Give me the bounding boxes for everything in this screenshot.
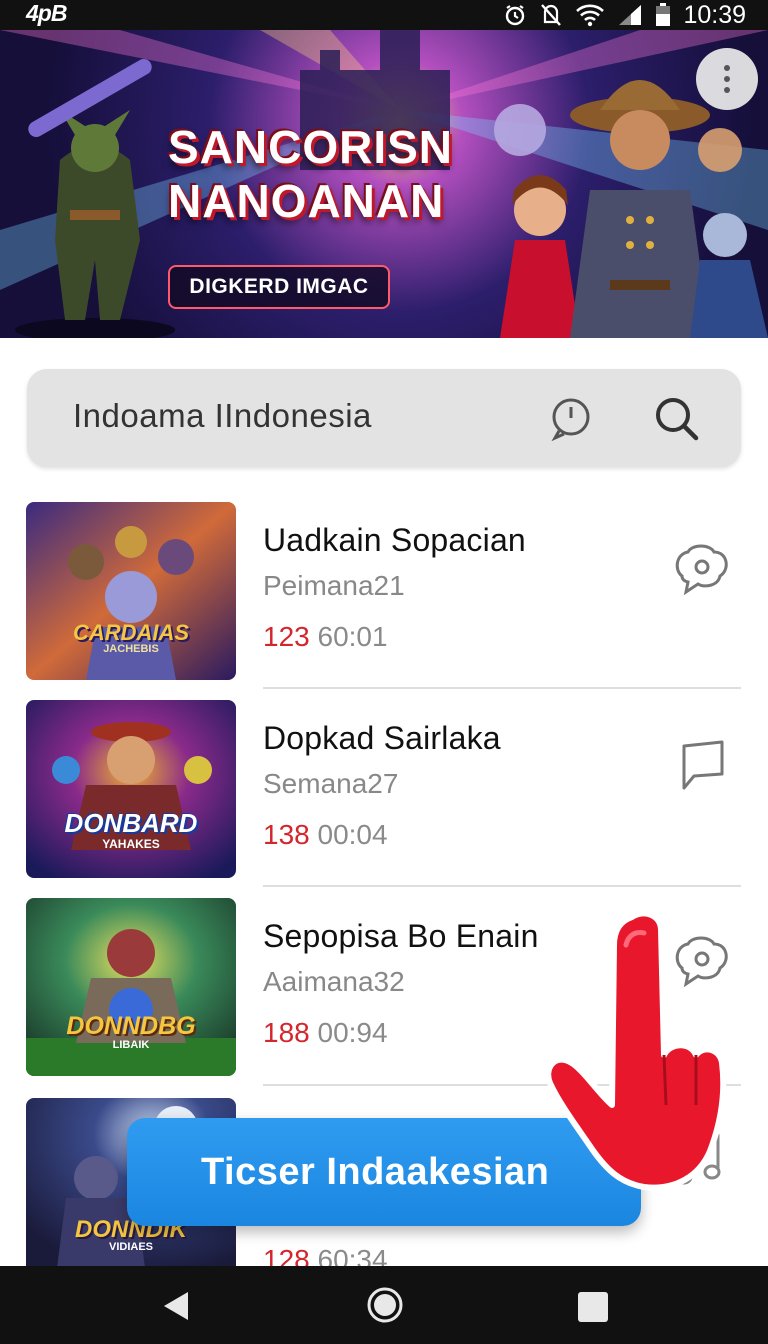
status-icons: 10:39 — [503, 0, 746, 30]
thumbnail-title: DONNDBG — [66, 1012, 196, 1040]
divider — [263, 885, 741, 887]
hand-pointer-icon — [545, 910, 727, 1191]
list-item[interactable]: DONBARD YAHAKES Dopkad Sairlaka Semana27… — [0, 698, 768, 888]
back-icon[interactable] — [160, 1290, 190, 1322]
chat-bubble-icon[interactable] — [672, 542, 732, 598]
status-bar: 4pB 10:39 — [0, 0, 768, 30]
thumbnail-subtitle: JACHEBIS — [103, 643, 159, 655]
thumbnail-subtitle: VIDIAES — [108, 1241, 153, 1253]
banner-badge[interactable]: DIGKERD IMGAC — [168, 265, 390, 309]
thumbnail-title: DONBARD — [64, 808, 198, 838]
divider — [263, 687, 741, 689]
item-subtitle: Peimana21 — [263, 570, 405, 601]
banner-title-line2: NANOANAN — [168, 175, 445, 227]
status-carrier: 4pB — [26, 0, 67, 26]
item-stats: 188 00:94 — [263, 1017, 388, 1049]
item-stats: 138 00:04 — [263, 819, 388, 851]
item-title: Uadkain Sopacian — [263, 522, 526, 558]
message-icon[interactable] — [672, 738, 732, 794]
banner-title: SANCORISN NANOANAN — [168, 120, 478, 228]
wifi-icon — [576, 4, 605, 27]
game-thumbnail: CARDAIAS JACHEBIS — [26, 502, 236, 680]
item-count: 188 — [263, 1017, 310, 1048]
promo-banner[interactable]: SANCORISN NANOANAN DIGKERD IMGAC — [0, 30, 768, 338]
item-subtitle: Semana27 — [263, 768, 399, 799]
status-time: 10:39 — [683, 0, 746, 29]
item-count: 138 — [263, 819, 310, 850]
item-stats: 123 60:01 — [263, 621, 388, 653]
thumbnail-subtitle: YAHAKES — [102, 837, 160, 851]
alarm-icon — [506, 5, 525, 26]
recents-icon[interactable] — [578, 1292, 608, 1322]
game-thumbnail: DONBARD YAHAKES — [26, 700, 236, 878]
item-time: 60:01 — [317, 621, 388, 652]
nav-bar — [0, 1266, 768, 1344]
search-icon[interactable] — [653, 395, 701, 443]
search-input[interactable]: Indoama IIndonesia — [73, 397, 372, 435]
item-title: Dopkad Sairlaka — [263, 720, 501, 756]
game-thumbnail: DONNDBG LIBAIK — [26, 898, 236, 1076]
search-bar[interactable]: Indoama IIndonesia — [27, 369, 741, 467]
thumbnail-subtitle: LIBAIK — [112, 1039, 150, 1051]
battery-icon — [656, 3, 671, 26]
list-item[interactable]: CARDAIAS JACHEBIS Uadkain Sopacian Peima… — [0, 500, 768, 690]
mute-icon — [541, 4, 562, 26]
item-count: 123 — [263, 621, 310, 652]
vertical-dots-icon — [724, 65, 730, 71]
banner-title-line1: SANCORISN — [168, 121, 454, 173]
item-subtitle: Aaimana32 — [263, 966, 405, 997]
more-options-button[interactable] — [696, 48, 758, 110]
signal-icon — [619, 5, 642, 25]
item-time: 00:04 — [317, 819, 388, 850]
item-title: Sepopisa Bo Enain — [263, 918, 539, 954]
item-time: 00:94 — [317, 1017, 388, 1048]
home-icon[interactable] — [366, 1286, 404, 1324]
mic-icon[interactable] — [547, 397, 595, 441]
